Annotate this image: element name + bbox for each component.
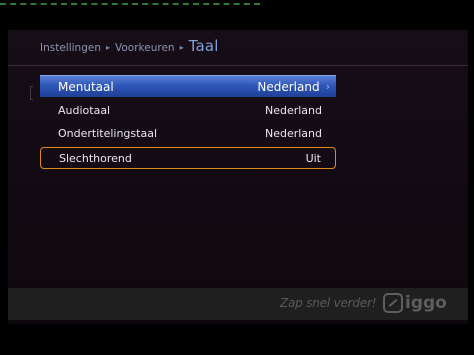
menu-row-value: Nederland [264,103,322,117]
menu-row-label: Audiotaal [58,103,111,117]
chevron-right-icon: › [325,80,330,93]
tv-screen: Instellingen ▸ Voorkeuren ▸ Taal Menutaa… [0,0,474,355]
breadcrumb-separator-icon: ▸ [179,43,184,52]
menu-row-label: Slechthorend [59,151,132,165]
menu-row-ondertitelingstaal[interactable]: Ondertitelingstaal Nederland [40,122,336,144]
menu-row-value: Nederland [257,79,320,94]
page-title: Taal [188,37,219,55]
menu-row-label: Ondertitelingstaal [58,126,157,140]
breadcrumb-item-instellingen[interactable]: Instellingen [40,42,101,54]
menu-row-value: Nederland [264,126,322,140]
signal-dash-line [0,3,260,5]
ziggo-logo: iggo [383,291,447,315]
scroll-bracket-icon [30,86,33,100]
menu-row-value: Uit [305,151,321,165]
breadcrumb: Instellingen ▸ Voorkeuren ▸ Taal [40,37,219,59]
footer-slogan: Zap snel verder! [280,296,377,310]
menu-row-menutaal[interactable]: Menutaal Nederland › [40,75,336,97]
menu-row-label: Menutaal [58,79,114,94]
breadcrumb-item-voorkeuren[interactable]: Voorkeuren [115,42,175,54]
menu-row-audiotaal[interactable]: Audiotaal Nederland [40,99,336,121]
breadcrumb-separator-icon: ▸ [106,43,111,52]
header-divider [8,65,468,66]
menu-row-slechthorend[interactable]: Slechthorend Uit [40,147,336,169]
menu-row-value-wrap: Nederland › [257,80,330,94]
ziggo-logo-z-icon [383,293,403,313]
ziggo-logo-text: iggo [405,293,447,313]
